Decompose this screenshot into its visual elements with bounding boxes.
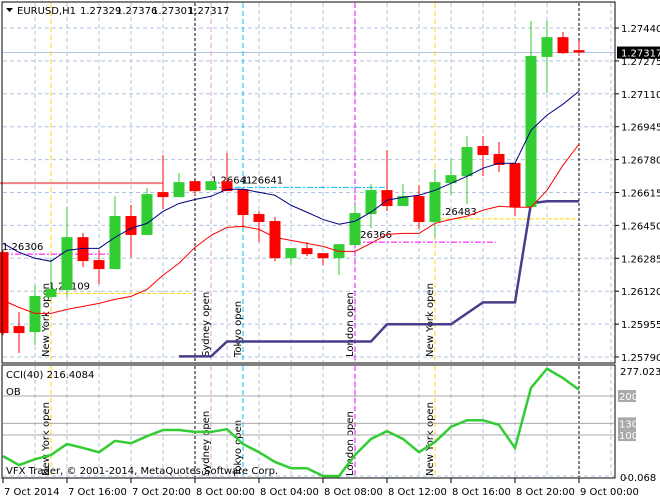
symbol-label: EURUSD,H1 xyxy=(17,6,76,17)
time-label: 8 Oct 20:00 xyxy=(516,487,575,498)
bull-candle xyxy=(365,190,377,215)
price-label: 1.25955 xyxy=(621,320,660,331)
bull-candle xyxy=(525,55,537,208)
bear-candle xyxy=(477,146,489,156)
level-label: .26483 xyxy=(442,207,477,218)
bull-candle xyxy=(349,213,361,246)
bear-candle xyxy=(237,189,249,216)
cci-min-label: -0.068 xyxy=(624,473,656,484)
session-label: Sydney open xyxy=(201,292,212,357)
price-label: 1.26120 xyxy=(621,287,660,298)
time-label: 8 Oct 08:00 xyxy=(324,487,383,498)
cci-max-label: 277.0235 xyxy=(620,367,660,378)
bear-candle xyxy=(253,214,265,223)
price-label: 1.26945 xyxy=(621,123,660,134)
bear-candle xyxy=(125,216,137,235)
bear-candle xyxy=(157,192,169,198)
time-label: 7 Oct 2014 xyxy=(4,487,59,498)
price-label: 1.27110 xyxy=(621,90,660,101)
level-label: 1.26306 xyxy=(2,242,43,253)
bull-candle xyxy=(109,216,121,270)
bear-candle xyxy=(317,253,329,259)
grid xyxy=(3,3,614,477)
bull-candle xyxy=(461,147,473,177)
time-label: 8 Oct 12:00 xyxy=(388,487,447,498)
bull-candle xyxy=(29,295,41,333)
bear-candle xyxy=(93,260,105,270)
time-label: 8 Oct 16:00 xyxy=(452,487,511,498)
current-price-label: 1.27317 xyxy=(621,49,660,60)
price-label: 1.26780 xyxy=(621,156,660,167)
time-label: 9 Oct 00:00 xyxy=(580,487,639,498)
session-label: New York open xyxy=(425,283,436,357)
bull-candle xyxy=(285,248,297,259)
session-label: Tokyo open xyxy=(233,301,244,358)
bear-candle xyxy=(189,181,201,192)
bull-candle xyxy=(173,182,185,198)
level-label: 1.26641 xyxy=(242,175,283,186)
price-label: 1.25790 xyxy=(621,353,660,364)
bear-candle xyxy=(413,196,425,223)
bear-candle xyxy=(557,37,569,54)
bull-candle xyxy=(61,237,73,291)
bear-candle xyxy=(0,252,9,334)
session-label: New York open xyxy=(41,402,52,476)
price-label: 1.26450 xyxy=(621,221,660,232)
session-label: London open xyxy=(345,292,356,357)
copyright: VFX Trader, © 2001-2014, MetaQuotes Soft… xyxy=(6,466,278,477)
time-label: 8 Oct 00:00 xyxy=(196,487,255,498)
cci-pane xyxy=(2,367,614,478)
cci-title: CCI(40) 216.4084 xyxy=(6,370,94,381)
bear-candle xyxy=(269,221,281,259)
session-lines: New York openNew York openSydney openSyd… xyxy=(41,3,580,477)
bull-candle xyxy=(45,289,57,297)
level-lines: 1.263061.261091.266411.26641.26366.26483 xyxy=(0,175,576,294)
session-label: New York open xyxy=(425,402,436,476)
triangle-down-icon[interactable] xyxy=(6,8,13,12)
bull-candle xyxy=(541,37,553,57)
cci-level-label: 130 xyxy=(619,419,638,430)
ob-label: OB xyxy=(6,387,21,398)
time-label: 7 Oct 16:00 xyxy=(68,487,127,498)
price-label: 1.27440 xyxy=(621,24,660,35)
bull-candle xyxy=(205,181,217,191)
bull-candle xyxy=(141,194,153,235)
price-label: 1.26285 xyxy=(621,254,660,265)
ohlc-close: 1.27317 xyxy=(188,6,229,17)
level-label: .26366 xyxy=(357,230,392,241)
bear-candle xyxy=(13,326,25,334)
cci-level-label: 100 xyxy=(619,431,638,442)
time-label: 8 Oct 04:00 xyxy=(260,487,319,498)
bear-candle xyxy=(509,162,521,208)
bear-candle xyxy=(301,248,313,255)
time-label: 7 Oct 20:00 xyxy=(132,487,191,498)
chart-window[interactable]: New York openNew York openSydney openSyd… xyxy=(0,0,660,500)
price-label: 1.26615 xyxy=(621,189,660,200)
bear-candle xyxy=(573,50,585,53)
cci-level-label: 200 xyxy=(619,392,638,403)
